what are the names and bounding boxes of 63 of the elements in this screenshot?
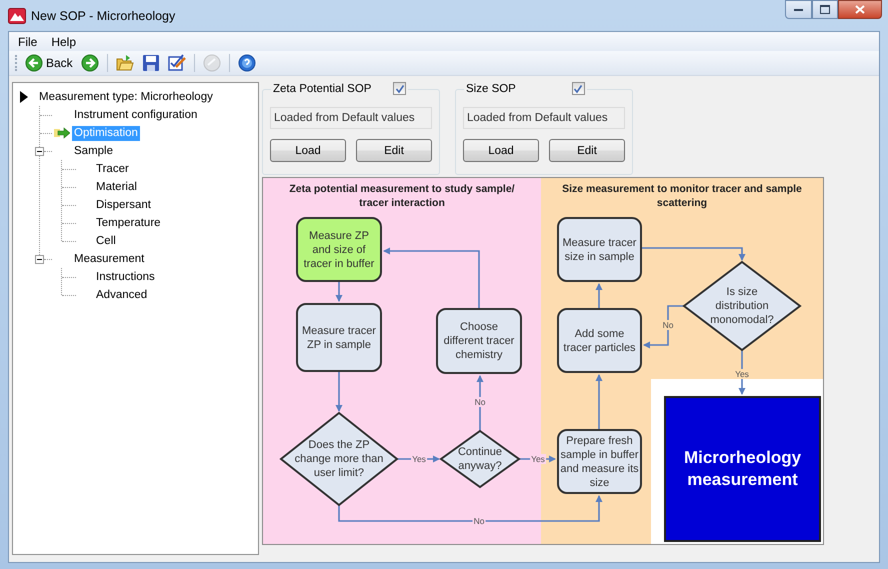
arrow xyxy=(596,374,602,429)
status-field: Loaded from Default values xyxy=(270,107,432,129)
close-icon xyxy=(855,5,865,14)
arrow-label: Yes xyxy=(530,454,546,464)
menu-item[interactable]: File xyxy=(11,34,44,48)
arrow xyxy=(643,305,684,348)
checkbox[interactable] xyxy=(572,82,585,95)
maximize-icon xyxy=(820,5,830,14)
arrow-label: Yes xyxy=(411,454,427,464)
arrow-label: Yes xyxy=(734,369,750,379)
process-step: Measure tracer size in sample xyxy=(557,217,642,282)
app-icon xyxy=(8,8,26,24)
tree-item[interactable]: Sample xyxy=(72,144,115,158)
tree-title: Measurement type: Microrheology xyxy=(38,90,214,104)
sop-button[interactable]: Load xyxy=(463,139,539,162)
arrow-label: No xyxy=(472,516,486,526)
forward-button[interactable] xyxy=(78,53,101,73)
sop-button[interactable]: Edit xyxy=(549,139,625,162)
sop-button[interactable]: Load xyxy=(270,139,346,162)
minimize-icon xyxy=(794,8,803,11)
pointer-icon xyxy=(20,91,28,103)
help-button[interactable] xyxy=(236,53,258,73)
open-button[interactable] xyxy=(114,53,136,73)
process-step: Prepare fresh sample in buffer and measure its size xyxy=(557,429,642,494)
back-button[interactable]: Back xyxy=(23,53,75,73)
tree-item[interactable]: Instructions xyxy=(94,270,157,284)
arrow xyxy=(596,283,602,308)
decision-text: Does the ZP change more than user limit? xyxy=(294,438,384,480)
process-step: Measure ZP and size of tracer in buffer xyxy=(296,217,382,282)
menu-item[interactable]: Help xyxy=(44,34,84,48)
terminal-step: Microrheology measurement xyxy=(664,396,821,542)
tree-item[interactable]: Measurement xyxy=(72,252,146,266)
process-step: Choose different tracer chemistry xyxy=(436,308,522,374)
tree-item[interactable]: Advanced xyxy=(94,288,150,302)
decision-text: Is size distribution monomodal? xyxy=(710,285,774,327)
decision-text: Continue anyway? xyxy=(458,445,502,473)
tree-item[interactable]: Temperature xyxy=(94,216,163,230)
process-step: Add some tracer particles xyxy=(557,308,642,373)
close-button[interactable] xyxy=(838,0,882,19)
tree-item[interactable]: Tracer xyxy=(94,162,131,176)
arrow-label: No xyxy=(662,320,674,330)
edit-button[interactable] xyxy=(166,53,188,73)
collapse-icon[interactable] xyxy=(35,146,44,156)
collapse-icon[interactable] xyxy=(35,254,44,264)
back-icon xyxy=(25,54,43,72)
minimize-button[interactable] xyxy=(785,0,812,19)
tree-item[interactable]: Material xyxy=(94,180,139,194)
sop-button[interactable]: Edit xyxy=(356,139,432,162)
arrow-label: No xyxy=(474,397,486,407)
group-title: Size SOP xyxy=(466,82,516,94)
process-step: Measure tracer ZP in sample xyxy=(296,303,382,372)
arrow xyxy=(336,372,342,412)
panel-title: Zeta potential measurement to study sample/ tracer interaction xyxy=(288,182,516,210)
status-field: Loaded from Default values xyxy=(463,107,625,129)
tree-item[interactable]: Instrument configuration xyxy=(72,108,200,122)
tree-item[interactable]: Dispersant xyxy=(94,198,153,212)
group-title: Zeta Potential SOP xyxy=(273,82,372,94)
arrow xyxy=(336,282,342,302)
checkbox[interactable] xyxy=(393,82,406,95)
panel-title: Size measurement to monitor tracer and sample scattering xyxy=(561,182,803,210)
window-title: New SOP - Microrheology xyxy=(31,8,176,22)
maximize-button[interactable] xyxy=(812,0,838,19)
tree-item[interactable]: Cell xyxy=(94,234,118,248)
